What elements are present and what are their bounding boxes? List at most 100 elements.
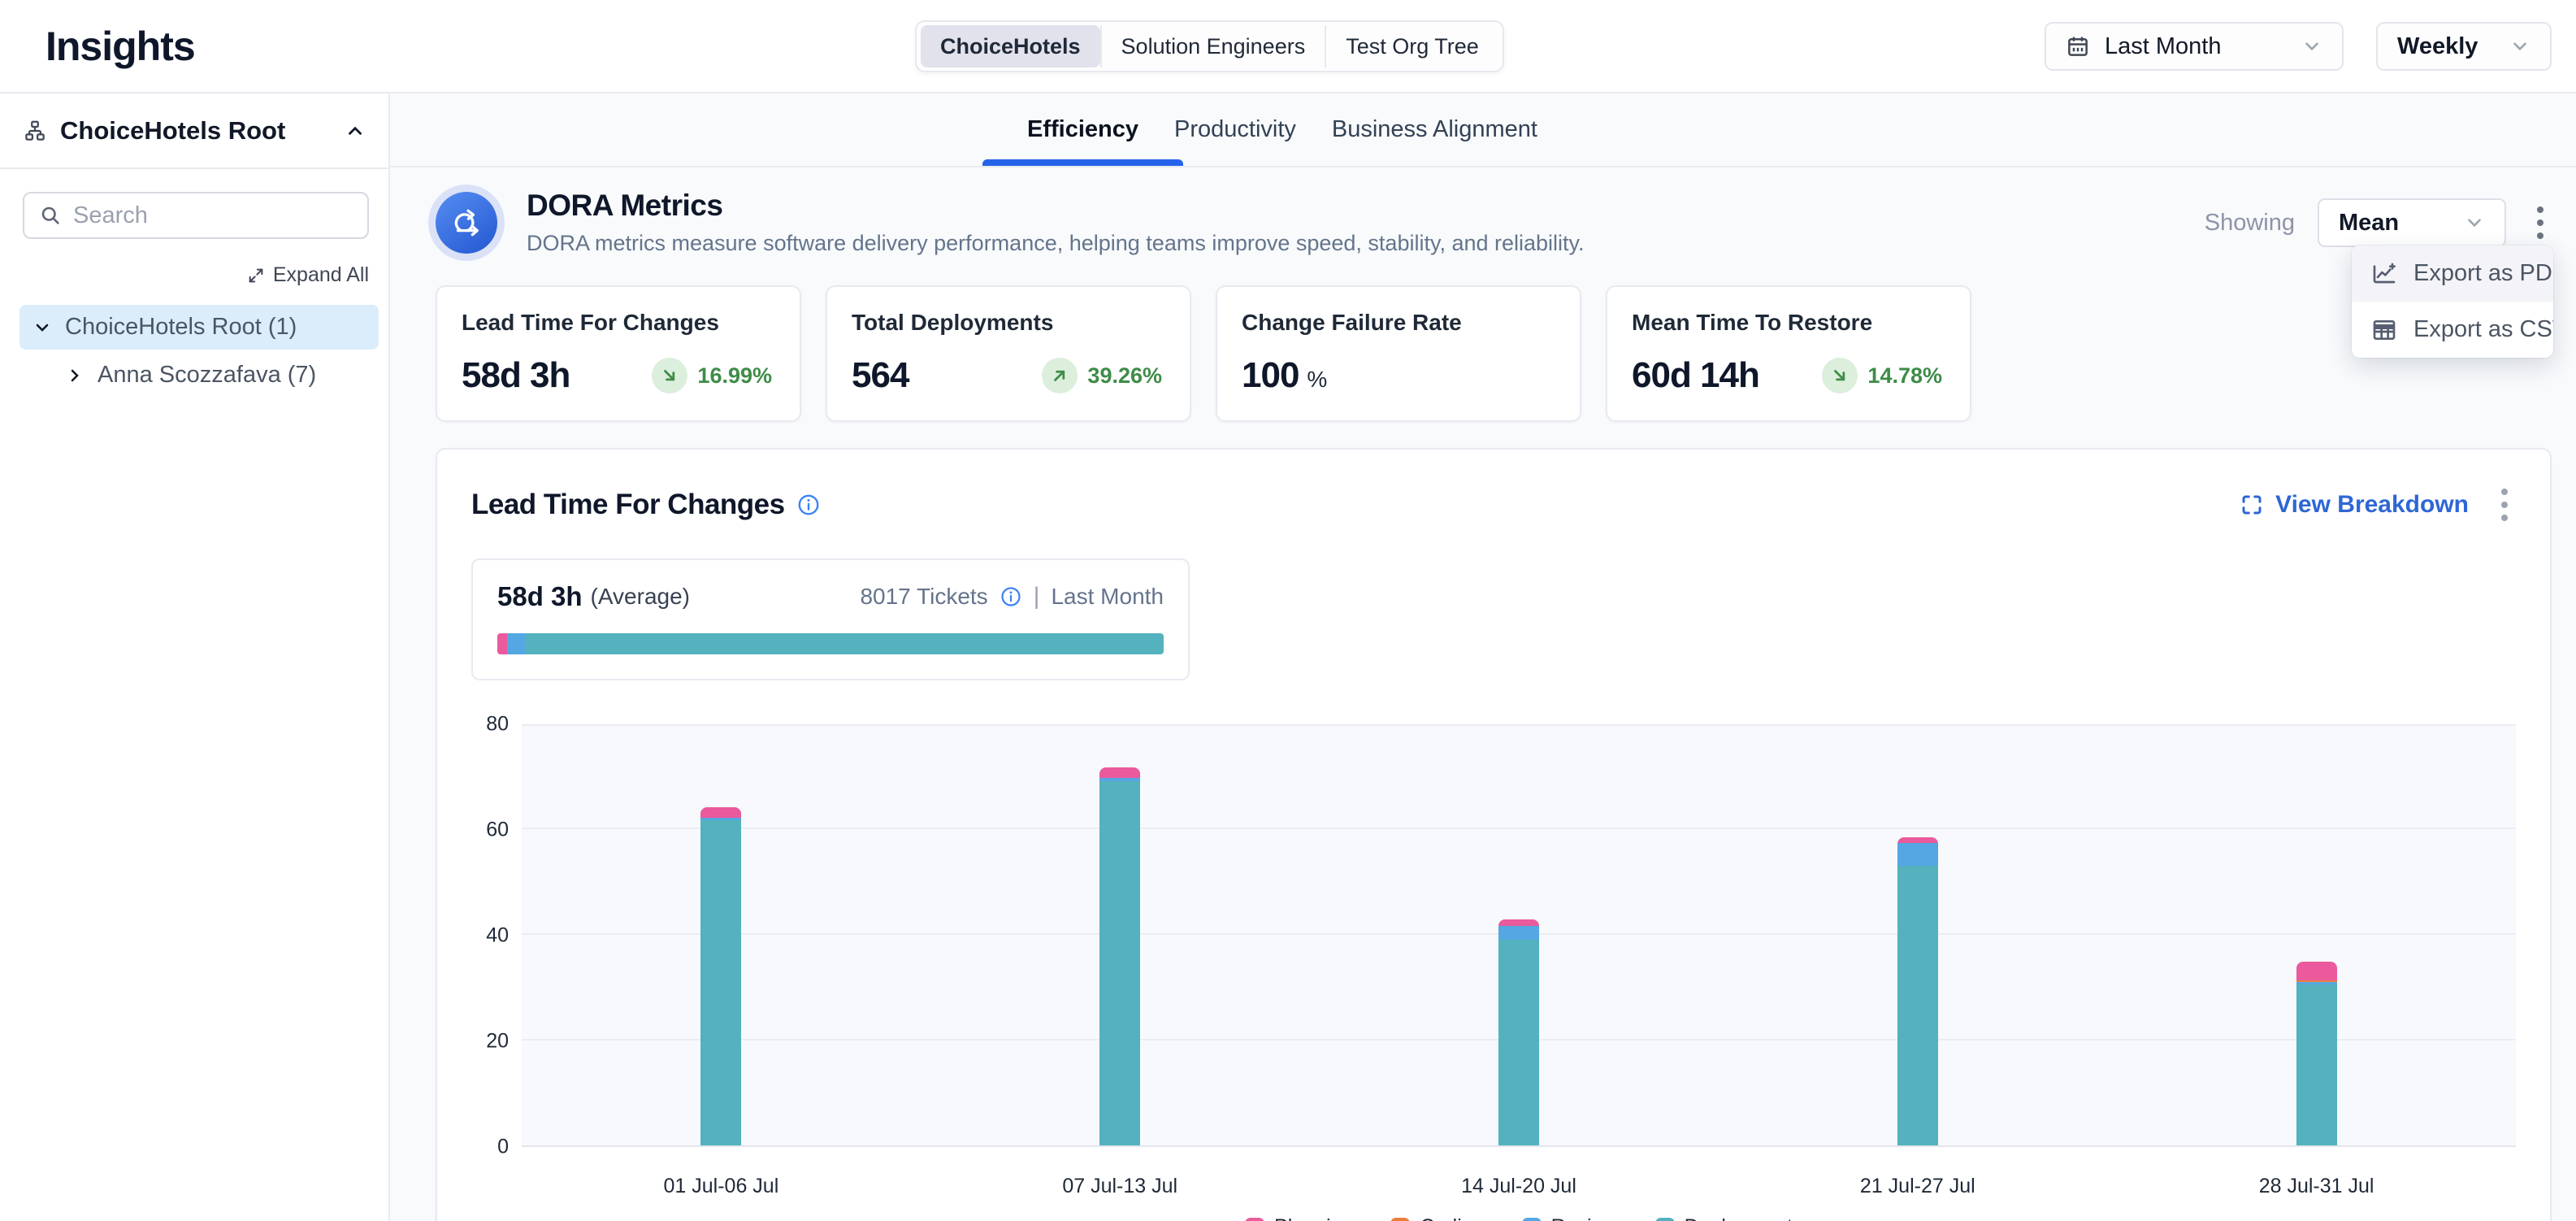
lead-time-chart: 020406080 01 Jul-06 Jul07 Jul-13 Jul14 J… bbox=[471, 724, 2516, 1221]
trend-percentage: 14.78% bbox=[1867, 363, 1942, 389]
info-icon[interactable] bbox=[796, 493, 821, 517]
progress-segment-review bbox=[507, 633, 524, 654]
legend-item-planning[interactable]: Planning bbox=[1245, 1215, 1353, 1221]
main-content: Efficiency Productivity Business Alignment… bbox=[390, 93, 2576, 1221]
legend-item-review[interactable]: Review bbox=[1522, 1215, 1618, 1221]
metric-tabs-row: Efficiency Productivity Business Alignment bbox=[390, 93, 2576, 167]
tab-business-alignment[interactable]: Business Alignment bbox=[1332, 93, 1537, 166]
metric-card-unit: % bbox=[1307, 367, 1327, 393]
x-tick-label: 01 Jul-06 Jul bbox=[664, 1175, 779, 1198]
x-tick-label: 28 Jul-31 Jul bbox=[2259, 1175, 2374, 1198]
progress-segment-planning bbox=[497, 633, 507, 654]
metric-card-lead-time-for-changes: Lead Time For Changes58d 3h16.99% bbox=[436, 285, 801, 422]
summary-value: 58d 3h bbox=[497, 581, 583, 612]
trend-badge: 14.78% bbox=[1822, 358, 1945, 393]
expand-icon bbox=[247, 267, 265, 285]
metric-card-change-failure-rate: Change Failure Rate 100% bbox=[1216, 285, 1581, 422]
tab-efficiency[interactable]: Efficiency bbox=[1027, 93, 1138, 166]
metric-card-value: 100 bbox=[1242, 355, 1299, 396]
tree-item-anna-scozzafava-7-[interactable]: Anna Scozzafava (7) bbox=[52, 353, 379, 398]
panel-title: Lead Time For Changes bbox=[471, 489, 785, 521]
metric-card-total-deployments: Total Deployments56439.26% bbox=[826, 285, 1191, 422]
summary-qualifier: (Average) bbox=[591, 584, 690, 610]
bar-segment-deployment bbox=[1498, 940, 1539, 1146]
dora-texts: DORA Metrics DORA metrics measure softwa… bbox=[527, 189, 1585, 256]
chart-bar-4[interactable] bbox=[1897, 837, 1938, 1145]
dora-kebab-menu-button[interactable] bbox=[2529, 202, 2552, 244]
trend-badge: 16.99% bbox=[652, 358, 775, 393]
chevron-up-icon[interactable] bbox=[345, 120, 366, 141]
granularity-dropdown-value: Weekly bbox=[2397, 33, 2478, 60]
metric-card-value: 60d 14h bbox=[1632, 355, 1759, 396]
trend-down-icon bbox=[652, 358, 687, 393]
chart-bar-3[interactable] bbox=[1498, 919, 1539, 1145]
chevron-down-icon bbox=[2464, 212, 2485, 233]
trend-badge: 39.26% bbox=[1042, 358, 1165, 393]
search-input[interactable] bbox=[73, 202, 353, 229]
sidebar-search[interactable] bbox=[23, 192, 369, 239]
panel-header: Lead Time For Changes View Breakdown bbox=[471, 484, 2516, 526]
menu-item-export-as-pdf[interactable]: Export as PDF bbox=[2352, 246, 2553, 302]
org-tab-solution-engineers[interactable]: Solution Engineers bbox=[1100, 25, 1325, 67]
legend-swatch bbox=[1655, 1218, 1675, 1221]
progress-segment-deployment bbox=[525, 633, 1164, 654]
bar-segment-deployment bbox=[1099, 781, 1140, 1146]
legend-item-deployment[interactable]: Deployment bbox=[1655, 1215, 1793, 1221]
lead-time-summary-card: 58d 3h (Average) 8017 Tickets | Last Mon… bbox=[471, 558, 1190, 680]
x-tick-label: 07 Jul-13 Jul bbox=[1062, 1175, 1177, 1198]
tree-item-label: ChoiceHotels Root (1) bbox=[65, 314, 297, 341]
trend-percentage: 16.99% bbox=[697, 363, 772, 389]
trend-up-icon bbox=[1042, 358, 1078, 393]
metric-card-value: 58d 3h bbox=[462, 355, 570, 396]
sidebar: ChoiceHotels Root Expand All Choice bbox=[0, 93, 390, 1221]
dora-header: DORA Metrics DORA metrics measure softwa… bbox=[436, 189, 2552, 256]
search-icon bbox=[39, 204, 62, 227]
legend-label: Planning bbox=[1274, 1215, 1353, 1221]
panel-kebab-menu-button[interactable] bbox=[2493, 484, 2516, 526]
granularity-dropdown[interactable]: Weekly bbox=[2376, 22, 2552, 71]
view-breakdown-label: View Breakdown bbox=[2275, 491, 2469, 519]
trend-percentage: 39.26% bbox=[1087, 363, 1162, 389]
calendar-icon bbox=[2066, 34, 2090, 59]
legend-item-coding[interactable]: Coding bbox=[1390, 1215, 1484, 1221]
chart-export-icon bbox=[2371, 261, 2397, 287]
y-tick-label: 40 bbox=[486, 924, 509, 948]
x-tick-label: 21 Jul-27 Jul bbox=[1860, 1175, 1975, 1198]
bar-segment-deployment bbox=[1897, 866, 1938, 1146]
period-dropdown-value: Last Month bbox=[2105, 33, 2221, 60]
page-title: Insights bbox=[46, 23, 195, 70]
expand-corners-icon bbox=[2240, 493, 2264, 517]
menu-item-export-as-csv[interactable]: Export as CSV bbox=[2352, 302, 2553, 358]
chevron-down-icon bbox=[2509, 36, 2530, 57]
y-tick-label: 20 bbox=[486, 1030, 509, 1054]
metric-cards-row: Lead Time For Changes58d 3h16.99%Total D… bbox=[436, 285, 2552, 422]
metric-card-value-row: 58d 3h 16.99% bbox=[462, 355, 775, 396]
chart-legend: Planning Coding Review Deployment bbox=[522, 1215, 2516, 1221]
bar-segment-review bbox=[1897, 843, 1938, 866]
view-breakdown-button[interactable]: View Breakdown bbox=[2240, 491, 2469, 519]
bar-segment-deployment bbox=[700, 820, 741, 1145]
y-tick-label: 0 bbox=[497, 1136, 509, 1159]
metric-card-title: Total Deployments bbox=[852, 310, 1165, 336]
chart-bar-5[interactable] bbox=[2296, 962, 2337, 1145]
expand-all-button[interactable]: Expand All bbox=[0, 263, 369, 287]
metric-card-title: Change Failure Rate bbox=[1242, 310, 1555, 336]
chart-bar-1[interactable] bbox=[700, 807, 741, 1145]
sidebar-header: ChoiceHotels Root bbox=[0, 93, 388, 169]
org-tab-test-org-tree[interactable]: Test Org Tree bbox=[1325, 25, 1498, 67]
legend-swatch bbox=[1522, 1218, 1542, 1221]
menu-item-label: Export as CSV bbox=[2413, 316, 2553, 343]
dora-description: DORA metrics measure software delivery p… bbox=[527, 231, 1585, 256]
period-dropdown[interactable]: Last Month bbox=[2045, 22, 2344, 71]
legend-swatch bbox=[1245, 1218, 1264, 1221]
tab-productivity[interactable]: Productivity bbox=[1174, 93, 1296, 166]
showing-select[interactable]: Mean bbox=[2318, 198, 2506, 247]
legend-swatch bbox=[1390, 1218, 1410, 1221]
org-tab-choicehotels[interactable]: ChoiceHotels bbox=[921, 25, 1100, 67]
chart-bar-2[interactable] bbox=[1099, 767, 1140, 1145]
header-controls: Last Month Weekly bbox=[2045, 22, 2552, 71]
info-icon[interactable] bbox=[1000, 585, 1022, 608]
tree-item-choicehotels-root-1-[interactable]: ChoiceHotels Root (1) bbox=[20, 305, 379, 350]
table-icon bbox=[2371, 317, 2397, 343]
chevron-down-icon bbox=[33, 318, 52, 337]
